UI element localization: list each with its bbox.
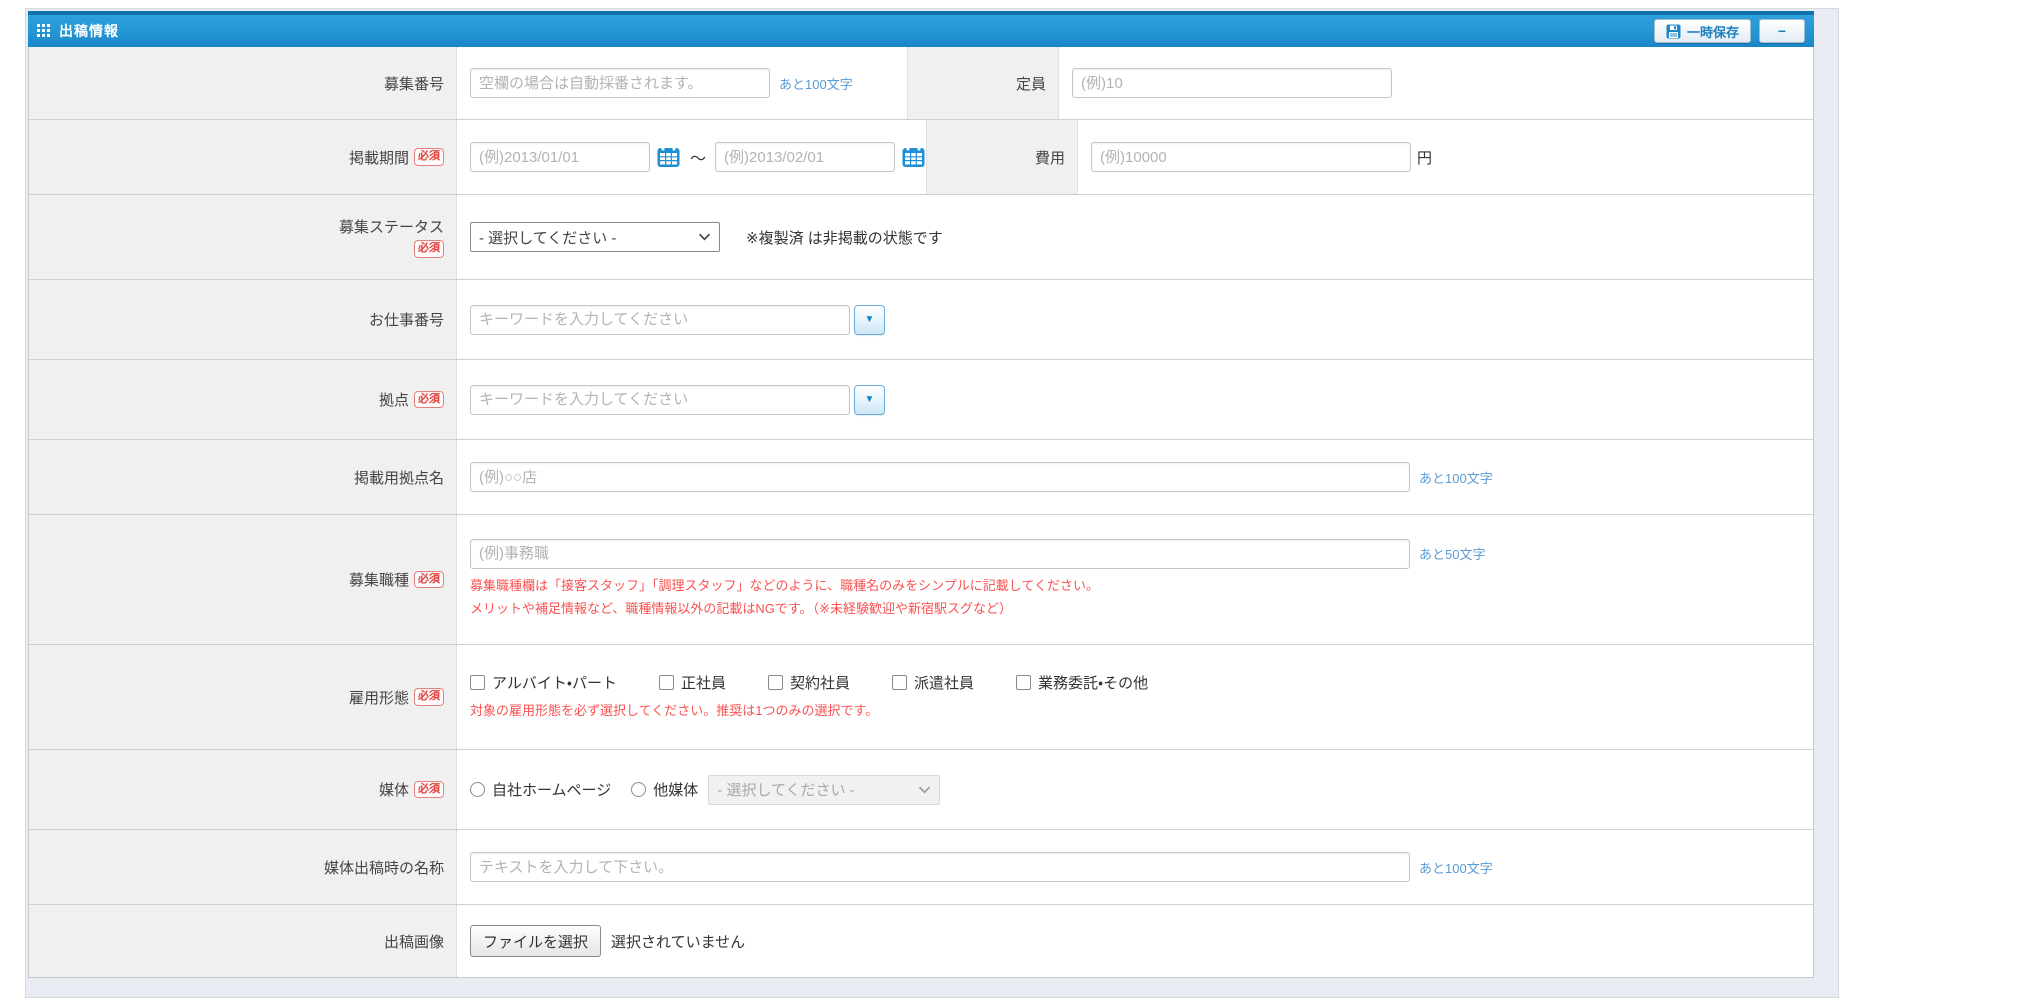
job-title-note-1: 募集職種欄は「接客スタッフ」「調理スタッフ」などのように、職種名のみをシンプルに… <box>470 575 1099 598</box>
capacity-input[interactable] <box>1072 68 1392 98</box>
chevron-down-icon <box>698 233 711 241</box>
media-posting-name-counter: あと100文字 <box>1419 858 1493 877</box>
calendar-icon <box>657 146 680 168</box>
location-dropdown-button[interactable]: ▼ <box>854 385 885 415</box>
media-select[interactable]: - 選択してください - <box>708 775 940 805</box>
period-start-calendar-button[interactable] <box>655 145 681 169</box>
submission-info-panel: 出稿情報 一時保存 − 募集番号 <box>25 8 1839 998</box>
recruit-status-select[interactable]: - 選択してください - <box>470 222 720 252</box>
required-badge: 必須 <box>414 391 444 408</box>
dropdown-arrow-icon: ▼ <box>865 394 875 405</box>
media-option-own-homepage[interactable]: 自社ホームページ <box>470 779 611 800</box>
location-display-name-input[interactable] <box>470 462 1410 492</box>
file-select-button[interactable]: ファイルを選択 <box>470 925 601 957</box>
row-job-number: お仕事番号 ▼ <box>29 280 1813 360</box>
required-badge: 必須 <box>414 688 444 705</box>
employment-option-dispatch[interactable]: 派遣社員 <box>892 672 974 693</box>
location-label: 拠点 必須 <box>29 360 457 439</box>
recruit-status-label: 募集ステータス 必須 <box>29 195 457 279</box>
media-posting-name-label: 媒体出稿時の名称 <box>29 830 457 904</box>
row-location: 拠点 必須 ▼ <box>29 360 1813 440</box>
required-badge: 必須 <box>414 148 444 165</box>
job-number-input[interactable] <box>470 305 850 335</box>
employment-option-contract[interactable]: 契約社員 <box>768 672 850 693</box>
checkbox-icon[interactable] <box>1016 675 1031 690</box>
row-media: 媒体 必須 自社ホームページ 他媒体 - 選択してください - <box>29 750 1813 830</box>
recruit-status-note: ※複製済 は非掲載の状態です <box>746 227 943 248</box>
dropdown-arrow-icon: ▼ <box>865 314 875 325</box>
radio-icon[interactable] <box>631 782 646 797</box>
file-select-status: 選択されていません <box>611 931 745 952</box>
required-badge: 必須 <box>414 571 444 588</box>
required-badge: 必須 <box>414 240 444 257</box>
posting-image-label: 出稿画像 <box>29 905 457 977</box>
recruit-number-label: 募集番号 <box>29 47 457 119</box>
grid-icon <box>37 24 51 38</box>
row-recruit-number: 募集番号 あと100文字 定員 <box>29 47 1813 120</box>
location-display-name-counter: あと100文字 <box>1419 468 1493 487</box>
job-number-dropdown-button[interactable]: ▼ <box>854 305 885 335</box>
location-input[interactable] <box>470 385 850 415</box>
collapse-label: − <box>1778 23 1786 39</box>
panel-header: 出稿情報 一時保存 − <box>28 11 1814 47</box>
job-title-input[interactable] <box>470 539 1410 569</box>
cost-input[interactable] <box>1091 142 1411 172</box>
publication-period-label: 掲載期間 必須 <box>29 120 457 194</box>
panel-title: 出稿情報 <box>59 21 119 41</box>
capacity-label: 定員 <box>907 47 1059 119</box>
required-badge: 必須 <box>414 781 444 798</box>
media-label: 媒体 必須 <box>29 750 457 829</box>
checkbox-icon[interactable] <box>659 675 674 690</box>
checkbox-icon[interactable] <box>470 675 485 690</box>
row-recruit-status: 募集ステータス 必須 - 選択してください - ※複製済 は非掲載の状態です <box>29 195 1813 280</box>
job-title-counter: あと50文字 <box>1419 544 1485 563</box>
period-start-input[interactable] <box>470 142 650 172</box>
checkbox-icon[interactable] <box>768 675 783 690</box>
employment-type-note: 対象の雇用形態を必ず選択してください。推奨は1つのみの選択です。 <box>470 700 878 723</box>
employment-option-outsourcing[interactable]: 業務委託・その他 <box>1016 672 1148 693</box>
checkbox-icon[interactable] <box>892 675 907 690</box>
row-employment-type: 雇用形態 必須 アルバイト・パート 正社員 契約社員 <box>29 645 1813 750</box>
chevron-down-icon <box>918 786 931 794</box>
temp-save-label: 一時保存 <box>1687 22 1739 41</box>
cost-unit: 円 <box>1417 147 1432 168</box>
media-option-other[interactable]: 他媒体 <box>631 779 698 800</box>
employment-option-fulltime[interactable]: 正社員 <box>659 672 726 693</box>
recruit-number-counter: あと100文字 <box>779 74 853 93</box>
row-job-title: 募集職種 必須 あと50文字 募集職種欄は「接客スタッフ」「調理スタッフ」などの… <box>29 515 1813 645</box>
row-posting-image: 出稿画像 ファイルを選択 選択されていません <box>29 905 1813 977</box>
row-publication-period: 掲載期間 必須 <box>29 120 1813 195</box>
employment-type-label: 雇用形態 必須 <box>29 645 457 749</box>
media-select-value: - 選択してください - <box>717 779 854 800</box>
period-end-input[interactable] <box>715 142 895 172</box>
form-table: 募集番号 あと100文字 定員 掲載期間 必須 <box>28 47 1814 978</box>
employment-option-parttime[interactable]: アルバイト・パート <box>470 672 617 693</box>
media-posting-name-input[interactable] <box>470 852 1410 882</box>
location-display-name-label: 掲載用拠点名 <box>29 440 457 514</box>
row-location-display-name: 掲載用拠点名 あと100文字 <box>29 440 1813 515</box>
job-title-label: 募集職種 必須 <box>29 515 457 644</box>
save-floppy-icon <box>1666 24 1681 39</box>
recruit-number-input[interactable] <box>470 68 770 98</box>
job-title-note-2: メリットや補足情報など、職種情報以外の記載はNGです。（※未経験歓迎や新宿駅スグ… <box>470 598 1099 621</box>
period-end-calendar-button[interactable] <box>900 145 926 169</box>
collapse-button[interactable]: − <box>1759 19 1805 43</box>
radio-icon[interactable] <box>470 782 485 797</box>
cost-label: 費用 <box>926 120 1078 194</box>
recruit-status-select-value: - 選択してください - <box>479 227 616 248</box>
temp-save-button[interactable]: 一時保存 <box>1654 19 1751 43</box>
job-number-label: お仕事番号 <box>29 280 457 359</box>
row-media-posting-name: 媒体出稿時の名称 あと100文字 <box>29 830 1813 905</box>
calendar-icon <box>902 146 925 168</box>
period-separator: ～ <box>690 145 706 169</box>
